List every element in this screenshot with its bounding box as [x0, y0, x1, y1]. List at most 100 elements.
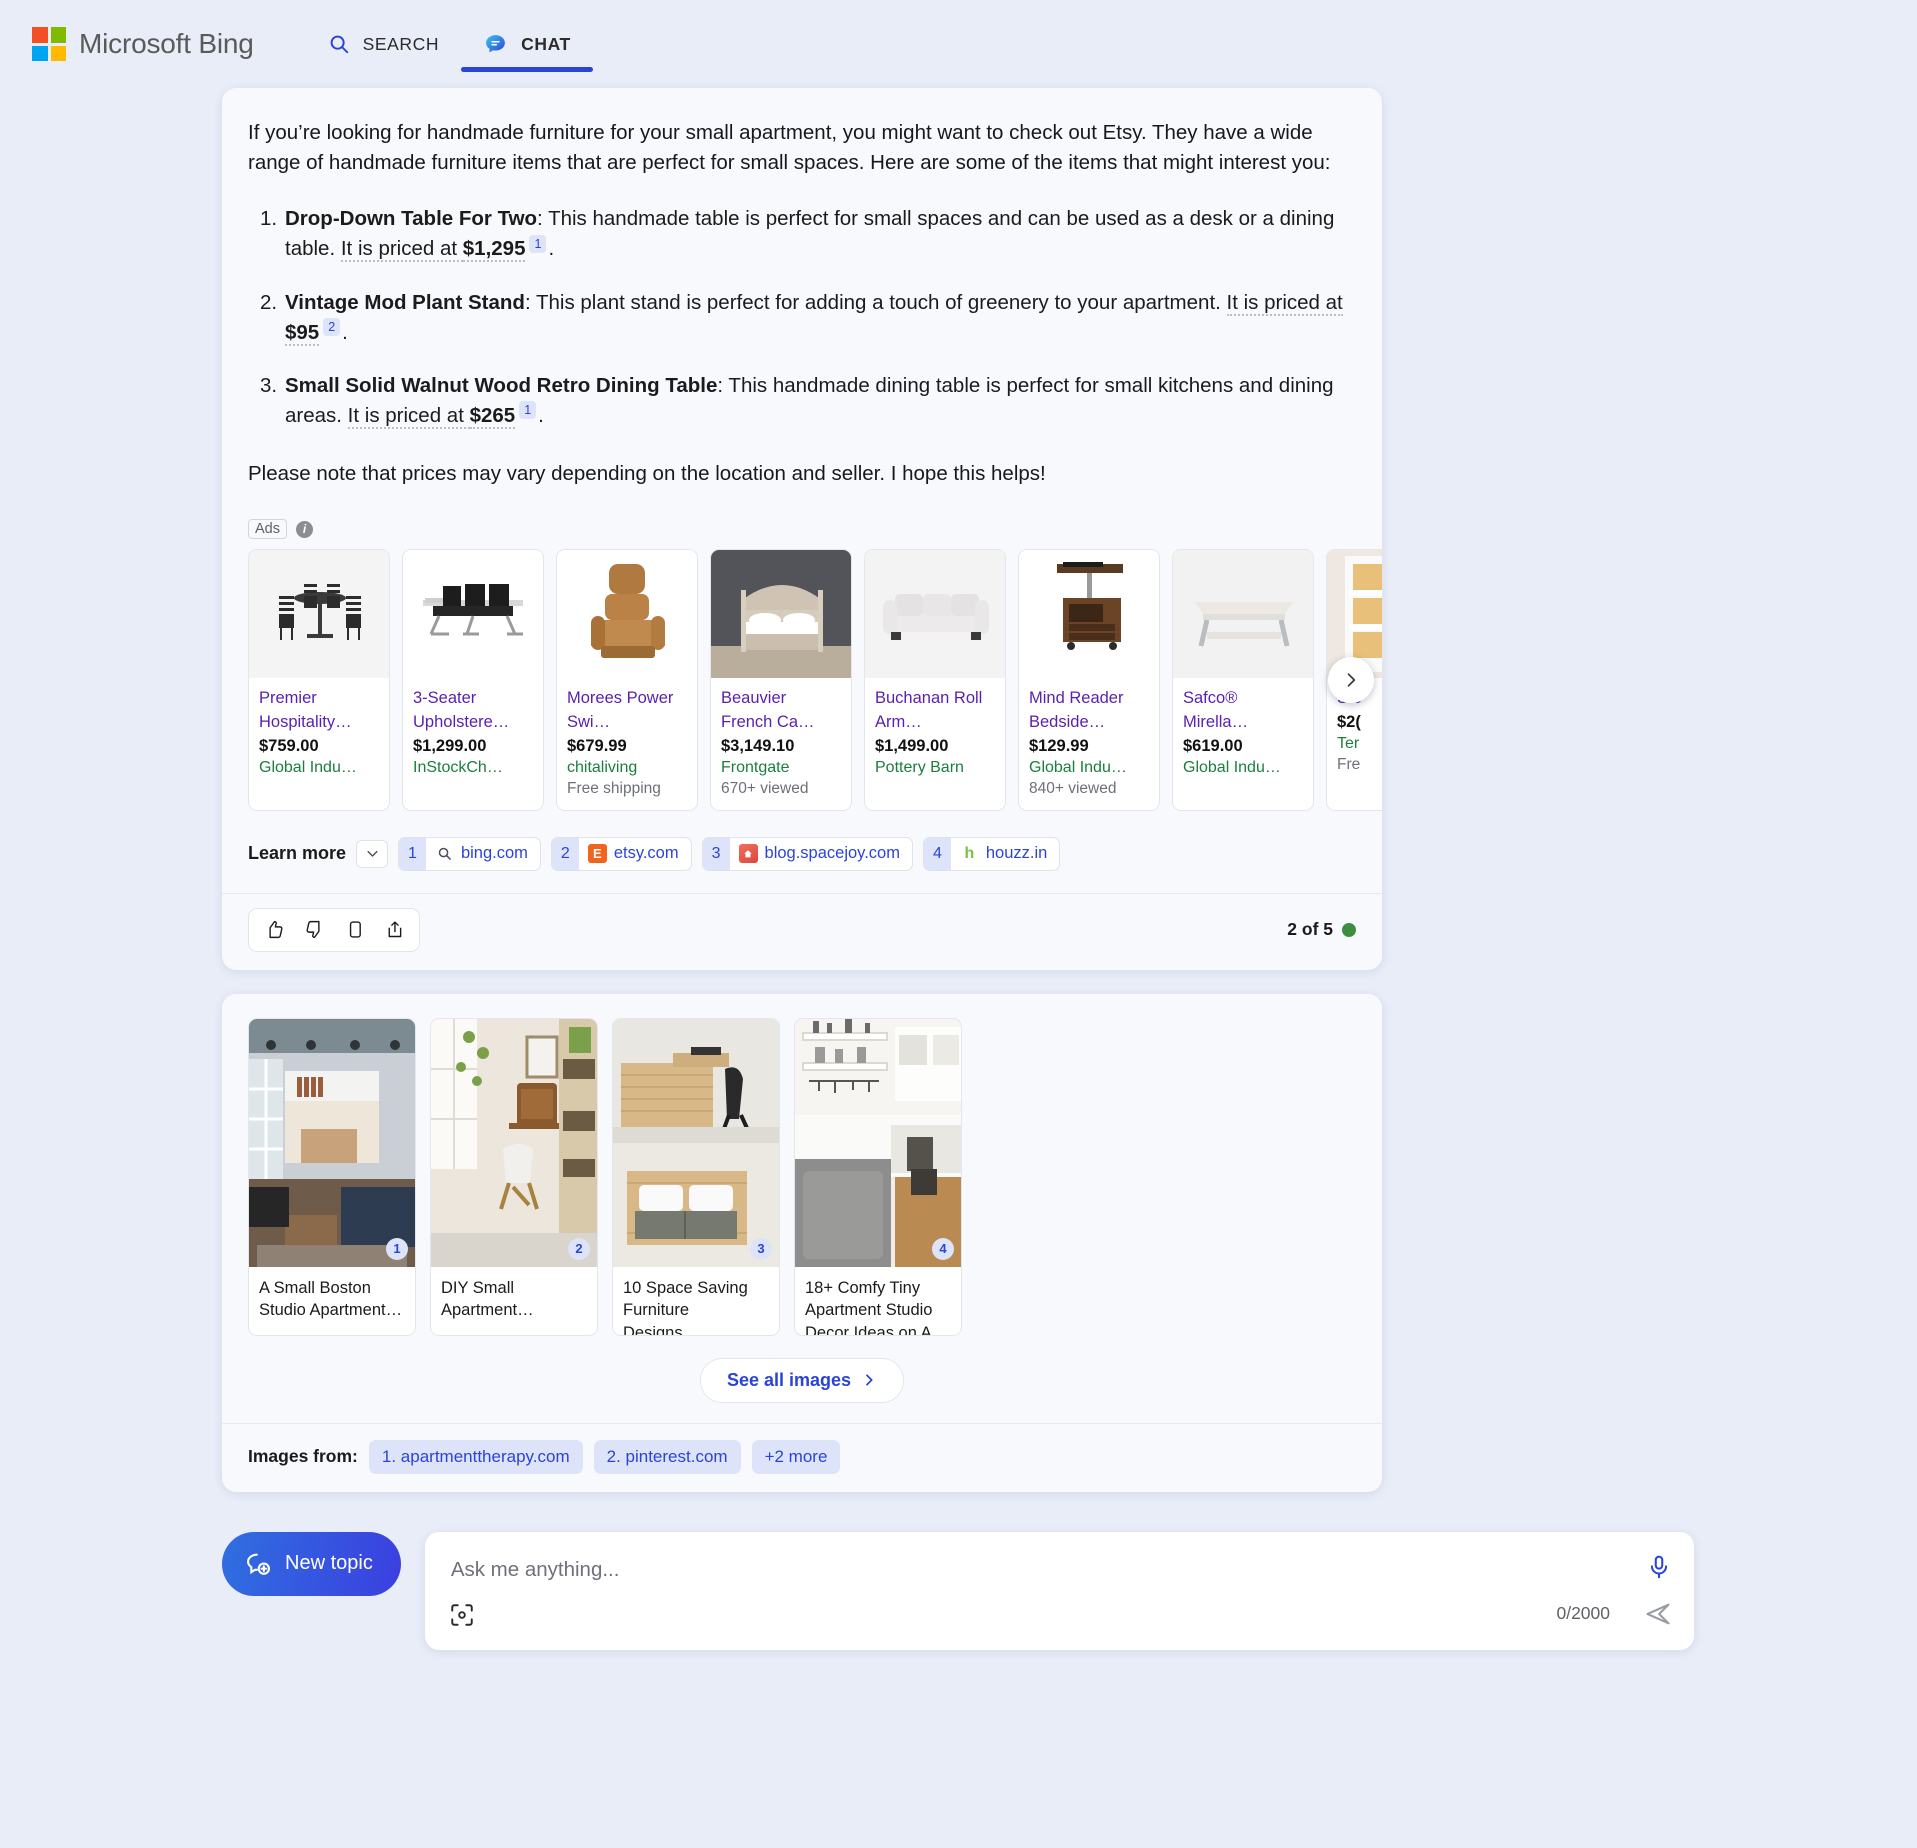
- image-result-item[interactable]: 2 DIY Small Apartment…: [430, 1017, 598, 1336]
- ad-card[interactable]: Morees Power Swi… $679.99 chitaliving Fr…: [556, 549, 698, 811]
- intro-paragraph: If you’re looking for handmade furniture…: [248, 121, 1331, 175]
- ad-title[interactable]: Premier Hospitality…: [259, 687, 379, 735]
- see-all-images-row: See all images: [248, 1336, 1356, 1423]
- learn-more-expand-button[interactable]: [356, 839, 389, 868]
- info-icon[interactable]: i: [296, 520, 313, 538]
- source-chip[interactable]: 4 h houzz.in: [922, 836, 1061, 871]
- source-number: 2: [551, 837, 579, 870]
- ad-title[interactable]: Mind Reader Bedside…: [1029, 687, 1149, 735]
- ad-card[interactable]: Premier Hospitality… $759.00 Global Indu…: [248, 549, 390, 811]
- ad-price: $3,149.10: [721, 736, 795, 755]
- tab-chat-label: CHAT: [521, 33, 571, 54]
- etsy-icon: E: [587, 844, 607, 864]
- ad-title[interactable]: Morees Power Swi…: [567, 687, 687, 735]
- carousel-next-button[interactable]: [1328, 657, 1374, 704]
- copy-icon[interactable]: [337, 915, 371, 945]
- item-title: Small Solid Walnut Wood Retro Dining Tab…: [285, 373, 718, 397]
- ad-image: [711, 550, 851, 679]
- ad-card[interactable]: Mind Reader Bedside… $129.99 Global Indu…: [1018, 549, 1160, 811]
- see-all-images-label: See all images: [726, 1369, 852, 1390]
- send-icon[interactable]: [1644, 1600, 1672, 1628]
- microsoft-logo-icon: [32, 27, 66, 61]
- citation-ref[interactable]: 2: [323, 317, 341, 336]
- source-chip[interactable]: 1 bing.com: [398, 836, 541, 871]
- source-number: 3: [702, 837, 730, 870]
- source-name: bing.com: [460, 844, 528, 863]
- image-badge: 1: [386, 1237, 408, 1260]
- images-from-chip[interactable]: 1. apartmenttherapy.com: [368, 1439, 583, 1474]
- images-from-more-chip[interactable]: +2 more: [751, 1439, 841, 1474]
- chat-bubble-icon: [483, 32, 508, 57]
- ad-image: [865, 550, 1005, 679]
- chevron-down-icon: [365, 846, 380, 861]
- ad-card[interactable]: Safco® Mirella… $619.00 Global Indu…: [1172, 549, 1314, 811]
- images-from-row: Images from: 1. apartmenttherapy.com 2. …: [222, 1422, 1382, 1492]
- images-from-chip[interactable]: 2. pinterest.com: [593, 1439, 741, 1474]
- item-title: Vintage Mod Plant Stand: [285, 290, 525, 314]
- visual-search-icon[interactable]: [449, 1602, 475, 1628]
- ads-track: Premier Hospitality… $759.00 Global Indu…: [248, 549, 1382, 811]
- composer: New topic Ask me anything... 0/2000: [222, 1531, 1694, 1650]
- thumbs-up-icon[interactable]: [257, 915, 291, 945]
- response-counter: 2 of 5: [1287, 919, 1356, 940]
- ad-image: [1019, 550, 1159, 679]
- image-caption: A Small Boston Studio Apartment…: [259, 1278, 403, 1320]
- ads-carousel: Premier Hospitality… $759.00 Global Indu…: [222, 549, 1382, 811]
- chat-input-container[interactable]: Ask me anything... 0/2000: [424, 1531, 1694, 1650]
- ad-card[interactable]: Beauvier French Ca… $3,149.10 Frontgate …: [710, 549, 852, 811]
- ad-merchant: Global Indu…: [1029, 758, 1127, 776]
- new-topic-button[interactable]: New topic: [222, 1531, 401, 1596]
- see-all-images-button[interactable]: See all images: [699, 1357, 905, 1403]
- new-chat-icon: [244, 1550, 272, 1578]
- ad-card[interactable]: 3-Seater Upholstere… $1,299.00 InStockCh…: [402, 549, 544, 811]
- ad-text: Morees Power Swi… $679.99 chitaliving Fr…: [557, 678, 697, 810]
- ad-card[interactable]: Buchanan Roll Arm… $1,499.00 Pottery Bar…: [864, 549, 1006, 811]
- ad-image: [1173, 550, 1313, 679]
- citation-ref[interactable]: 1: [529, 234, 547, 253]
- ad-merchant: Ter: [1337, 735, 1360, 753]
- source-chip[interactable]: 3 blog.spacejoy.com: [701, 836, 913, 871]
- list-item: Vintage Mod Plant Stand: This plant stan…: [248, 288, 1356, 348]
- bing-logo[interactable]: Microsoft Bing: [32, 27, 254, 61]
- list-item: Drop-Down Table For Two: This handmade t…: [248, 204, 1356, 264]
- closing-paragraph: Please note that prices may vary dependi…: [248, 462, 1046, 485]
- ad-text: Buchanan Roll Arm… $1,499.00 Pottery Bar…: [865, 678, 1005, 789]
- image-result-item[interactable]: 1 A Small Boston Studio Apartment…: [248, 1017, 416, 1336]
- item-tail: .: [342, 320, 348, 344]
- brand-name: Microsoft Bing: [79, 28, 254, 59]
- source-chip[interactable]: 2 E etsy.com: [550, 836, 692, 871]
- image-thumbnail: 2: [431, 1018, 597, 1267]
- item-title: Drop-Down Table For Two: [285, 207, 538, 231]
- image-result-item[interactable]: 4 18+ Comfy Tiny Apartment Studio Decor …: [794, 1017, 962, 1336]
- source-name: blog.spacejoy.com: [764, 844, 900, 863]
- response-counter-text: 2 of 5: [1287, 919, 1333, 940]
- tab-search[interactable]: SEARCH: [306, 0, 462, 88]
- ad-price: $129.99: [1029, 736, 1089, 755]
- thumbs-down-icon[interactable]: [297, 915, 331, 945]
- bing-search-icon: [435, 844, 454, 863]
- item-priced-label: It is priced at: [340, 237, 463, 263]
- character-counter: 0/2000: [1556, 1602, 1610, 1623]
- images-from-label: Images from:: [248, 1446, 358, 1467]
- ad-title[interactable]: 3-Seater Upholstere…: [413, 687, 533, 735]
- feedback-row: 2 of 5: [222, 892, 1382, 970]
- ad-price: $619.00: [1183, 736, 1243, 755]
- image-thumbnail: 3: [613, 1018, 779, 1267]
- image-result-item[interactable]: 3 10 Space Saving Furniture Designs…: [612, 1017, 780, 1336]
- learn-more-label: Learn more: [248, 843, 347, 864]
- ad-text: Safco® Mirella… $619.00 Global Indu…: [1173, 678, 1313, 789]
- item-price: $1,295: [462, 237, 526, 263]
- ad-title[interactable]: Safco® Mirella…: [1183, 687, 1303, 735]
- item-price: $95: [285, 320, 320, 346]
- list-item: Small Solid Walnut Wood Retro Dining Tab…: [248, 371, 1356, 431]
- ad-note: 840+ viewed: [1029, 779, 1117, 797]
- citation-ref[interactable]: 1: [519, 401, 537, 420]
- chat-input-placeholder[interactable]: Ask me anything...: [451, 1558, 620, 1582]
- ad-title[interactable]: Buchanan Roll Arm…: [875, 687, 995, 735]
- ad-title[interactable]: Beauvier French Ca…: [721, 687, 841, 735]
- microphone-icon[interactable]: [1646, 1554, 1672, 1580]
- share-icon[interactable]: [377, 915, 411, 945]
- source-number: 4: [923, 837, 951, 870]
- source-number: 1: [399, 837, 426, 870]
- tab-chat[interactable]: CHAT: [461, 0, 593, 88]
